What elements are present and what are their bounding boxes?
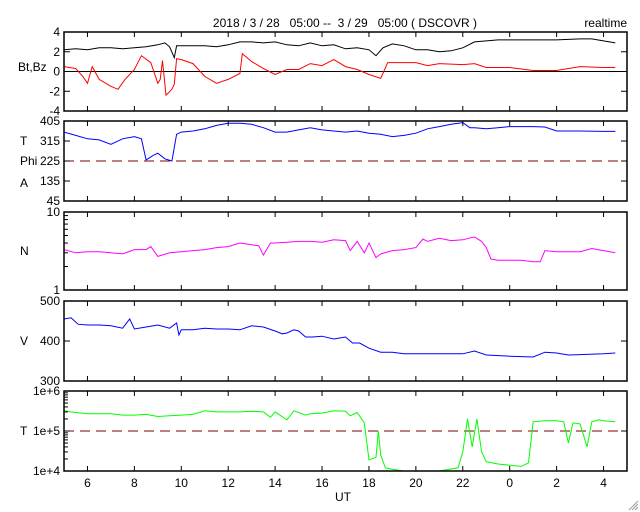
x-axis-label: UT [335,490,352,504]
x-tick-label: 10 [175,476,189,490]
y-tick-label: 400 [40,334,60,348]
y-axis-label: T [20,424,28,438]
x-tick-label: 14 [268,476,282,490]
x-tick-label: 16 [315,476,329,490]
y-axis-label: T [20,134,28,148]
chart-title: 2018 / 3 / 28 05:00 -- 3 / 29 05:00 ( DS… [213,16,477,30]
y-axis-label: V [20,334,28,348]
y-tick-label: 1e+5 [33,424,60,438]
x-tick-label: 18 [362,476,376,490]
y-tick-label: 315 [40,134,60,148]
y-tick-label: 4 [53,25,60,39]
y-tick-label: 10 [47,205,61,219]
y-axis-label: A [20,176,28,190]
x-tick-label: 6 [84,476,91,490]
panel-speed: 500400300V [20,294,628,388]
panel-temperature: 1e+6 1e+5 1e+4 T [20,384,628,478]
panel-frame [63,211,628,291]
x-tick-label: 0 [506,476,513,490]
y-axis-label: Phi [20,154,37,168]
y-tick-label: 225 [40,154,60,168]
y-axis-label: Bt,Bz [18,60,47,74]
realtime-label: realtime [584,16,627,30]
y-tick-label: -2 [49,84,60,98]
series-t-line [64,410,616,471]
series-n-line [64,236,616,263]
panel-bt-bz: 420-2-4Bt,Bz [18,25,628,118]
y-tick-label: 2 [53,45,60,59]
y-axis-label: N [20,244,29,258]
y-tick-label: 135 [40,174,60,188]
series-bz-line [64,52,616,97]
series-bt-line [64,38,616,60]
panel-frame [63,300,628,382]
x-tick-label: 20 [409,476,423,490]
x-tick-label: 12 [222,476,236,490]
x-tick-label: 2 [553,476,560,490]
solar-wind-plot: 2018 / 3 / 28 05:00 -- 3 / 29 05:00 ( DS… [18,16,639,511]
panel-phi: 40531522513545TPhiA [20,114,628,208]
series-phi-line [64,122,616,162]
panel-density: 101N [20,205,628,297]
x-tick-label: 4 [600,476,607,490]
y-tick-label: 500 [40,294,60,308]
x-tick-label: 8 [131,476,138,490]
x-tick-label: 22 [456,476,470,490]
y-tick-label: 1e+6 [33,384,60,398]
series-v-line [64,317,616,358]
y-tick-label: 0 [53,65,60,79]
y-tick-label: 1e+4 [33,464,60,478]
y-tick-label: 405 [40,114,60,128]
resize-grip-icon[interactable] [628,500,639,511]
